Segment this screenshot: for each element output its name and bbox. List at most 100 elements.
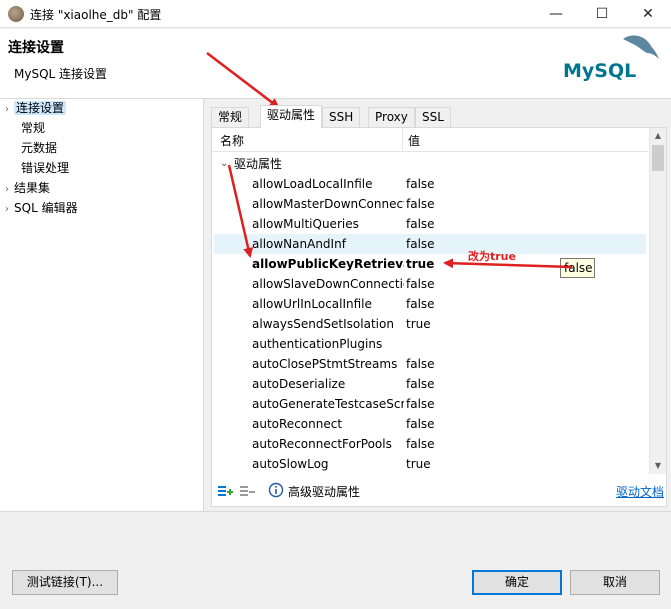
property-value[interactable]: false [406, 214, 435, 234]
dialog-header: 连接设置 MySQL 连接设置 MySQL [0, 29, 671, 99]
nav-item-label: 错误处理 [21, 161, 70, 175]
column-header-name[interactable]: 名称 [220, 132, 244, 149]
table-row[interactable]: allowLoadLocalInfile false [214, 174, 646, 194]
cancel-button[interactable]: 取消 [570, 570, 660, 595]
properties-list: ⌄ 驱动属性 allowLoadLocalInfile false allowMa… [212, 154, 648, 474]
table-row[interactable]: autoSlowLog true [214, 454, 646, 474]
tab-driver-properties[interactable]: 驱动属性 [260, 105, 323, 128]
property-name: authenticationPlugins [252, 337, 383, 351]
property-name: alwaysSendSetIsolation [252, 317, 394, 331]
property-name: autoGenerateTestcaseScri [252, 397, 404, 411]
scroll-up-arrow-icon[interactable]: ▲ [650, 128, 666, 144]
property-name: allowUrlInLocalInfile [252, 297, 372, 311]
property-name: allowMultiQueries [252, 217, 359, 231]
page-title: 连接设置 [8, 40, 64, 56]
property-value[interactable]: false [406, 294, 435, 314]
nav-item-sql-editor[interactable]: › SQL 编辑器 [0, 199, 78, 217]
property-name: autoDeserialize [252, 377, 346, 391]
property-value[interactable]: false [406, 234, 435, 254]
nav-item-error-handling[interactable]: 错误处理 [21, 159, 69, 177]
property-value[interactable]: false [406, 354, 435, 374]
table-row[interactable]: authenticationPlugins [214, 334, 646, 354]
dbeaver-app-icon [8, 6, 24, 22]
property-name: allowSlaveDownConnectio [252, 277, 404, 291]
nav-item-label: SQL 编辑器 [14, 201, 78, 215]
property-value[interactable]: false [406, 374, 435, 394]
table-header: 名称 值 [212, 128, 648, 152]
table-row[interactable]: autoReconnect false [214, 414, 646, 434]
nav-item-label: 常规 [21, 121, 46, 135]
nav-item-label: 连接设置 [14, 101, 67, 115]
property-name: autoClosePStmtStreams [252, 357, 398, 371]
property-name: allowMasterDownConnect [252, 197, 404, 211]
chevron-down-icon[interactable]: ⌄ [220, 154, 228, 174]
annotation-label: 改为true [468, 250, 516, 263]
table-row[interactable]: allowUrlInLocalInfile false [214, 294, 646, 314]
group-row-driver-properties[interactable]: ⌄ 驱动属性 [214, 154, 646, 174]
scrollbar-thumb[interactable] [652, 145, 664, 171]
property-value[interactable]: false [406, 194, 435, 214]
mysql-logo: MySQL [563, 35, 659, 82]
dialog-footer: 测试链接(T)... 确定 取消 [0, 511, 671, 609]
properties-toolbar: 高级驱动属性 驱动文档 [212, 478, 666, 502]
vertical-scrollbar[interactable]: ▲ ▼ [649, 128, 666, 474]
property-value[interactable]: false [406, 274, 435, 294]
nav-item-result-sets[interactable]: › 结果集 [0, 179, 50, 197]
info-icon [268, 482, 284, 498]
value-tooltip: false [560, 258, 595, 278]
page-subtitle: MySQL 连接设置 [14, 67, 108, 81]
table-row[interactable]: alwaysSendSetIsolation true [214, 314, 646, 334]
property-name: allowNanAndInf [252, 237, 346, 251]
property-name: autoReconnect [252, 417, 343, 431]
table-row[interactable]: allowMasterDownConnect false [214, 194, 646, 214]
table-row[interactable]: autoClosePStmtStreams false [214, 354, 646, 374]
property-name: autoSlowLog [252, 457, 329, 471]
property-value[interactable]: true [406, 254, 434, 274]
maximize-button[interactable]: ☐ [579, 0, 625, 28]
nav-item-metadata[interactable]: 元数据 [21, 139, 57, 157]
property-name: autoReconnectForPools [252, 437, 392, 451]
window-title: 连接 "xiaolhe_db" 配置 [30, 8, 162, 22]
property-value[interactable]: false [406, 434, 435, 454]
test-connection-button[interactable]: 测试链接(T)... [12, 570, 118, 595]
property-value[interactable]: true [406, 454, 431, 474]
ok-button[interactable]: 确定 [472, 570, 562, 595]
nav-item-label: 结果集 [14, 181, 51, 195]
minimize-button[interactable]: — [533, 0, 579, 28]
tab-ssh[interactable]: SSH [322, 107, 361, 127]
nav-item-general[interactable]: 常规 [21, 119, 45, 137]
tab-ssl[interactable]: SSL [415, 107, 451, 127]
property-value[interactable]: false [406, 174, 435, 194]
scroll-down-arrow-icon[interactable]: ▼ [650, 458, 666, 474]
driver-docs-link[interactable]: 驱动文档 [616, 483, 664, 500]
table-row[interactable]: allowMultiQueries false [214, 214, 646, 234]
tab-proxy[interactable]: Proxy [368, 107, 415, 127]
close-button[interactable]: ✕ [625, 0, 671, 28]
property-value[interactable]: true [406, 314, 431, 334]
chevron-right-icon[interactable]: › [0, 201, 14, 219]
nav-item-connection-settings[interactable]: › 连接设置 [0, 99, 67, 119]
property-name: allowLoadLocalInfile [252, 177, 373, 191]
property-name: allowPublicKeyRetrieval [252, 257, 404, 271]
nav-item-label: 元数据 [21, 141, 58, 155]
property-value[interactable]: false [406, 414, 435, 434]
driver-properties-panel: 名称 值 ⌄ 驱动属性 allowLoadLocalInfile false al… [211, 127, 667, 507]
table-row[interactable]: autoGenerateTestcaseScri false [214, 394, 646, 414]
advanced-driver-properties-label: 高级驱动属性 [288, 485, 361, 499]
title-bar: 连接 "xiaolhe_db" 配置 — ☐ ✕ [0, 0, 671, 28]
settings-content: 常规 驱动属性 SSH Proxy SSL 名称 值 ⌄ 驱动属性 allowL… [205, 99, 671, 511]
add-property-icon[interactable] [217, 482, 233, 498]
tab-general[interactable]: 常规 [211, 107, 250, 127]
property-value[interactable]: false [406, 394, 435, 414]
chevron-right-icon[interactable]: › [0, 181, 14, 199]
mysql-logo-text: MySQL [563, 60, 636, 82]
group-label: 驱动属性 [234, 157, 283, 171]
remove-property-icon[interactable] [239, 482, 255, 498]
column-header-value[interactable]: 值 [408, 132, 420, 149]
chevron-right-icon[interactable]: › [0, 101, 14, 119]
table-row[interactable]: allowNanAndInf false [214, 234, 646, 254]
column-divider[interactable] [402, 128, 403, 152]
settings-nav-tree: › 连接设置 常规 元数据 错误处理 › 结果集 › SQL 编辑器 [0, 99, 204, 511]
table-row[interactable]: autoReconnectForPools false [214, 434, 646, 454]
table-row[interactable]: autoDeserialize false [214, 374, 646, 394]
